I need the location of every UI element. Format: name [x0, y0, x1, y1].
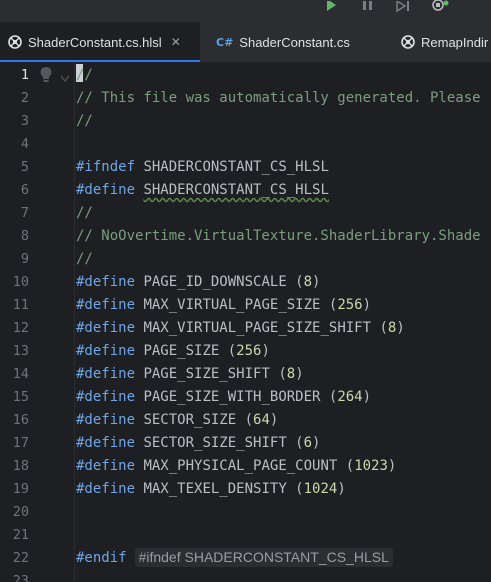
code-text: //: [76, 205, 93, 221]
line-number: 8: [20, 228, 29, 244]
code-text: #define SECTOR_SIZE (64): [76, 412, 279, 428]
line-number: 17: [12, 435, 29, 451]
code-text: #define SECTOR_SIZE_SHIFT (6): [76, 435, 321, 451]
code-line[interactable]: 14 #define PAGE_SIZE_SHIFT (8): [0, 363, 491, 386]
hlsl-file-icon: [8, 35, 22, 49]
tab-remapindir[interactable]: RemapIndir: [393, 22, 491, 62]
code-text: #define PAGE_SIZE_WITH_BORDER (264): [76, 389, 372, 405]
line-number: 20: [12, 504, 29, 520]
step-over-icon[interactable]: [394, 0, 412, 14]
csharp-file-icon: C#: [216, 35, 234, 49]
code-text: #define MAX_VIRTUAL_PAGE_SIZE (256): [76, 297, 372, 313]
code-text: #define MAX_PHYSICAL_PAGE_COUNT (1023): [76, 458, 397, 474]
line-number: 13: [12, 343, 29, 359]
line-number: 22: [12, 550, 29, 566]
line-number: 16: [12, 412, 29, 428]
code-text: #define PAGE_ID_DOWNSCALE (8): [76, 274, 321, 290]
run-icon[interactable]: [324, 0, 342, 14]
code-text: // This file was automatically generated…: [76, 90, 481, 106]
lightbulb-icon[interactable]: [39, 66, 53, 88]
tab-label: ShaderConstant.cs.hlsl: [28, 34, 162, 50]
line-number: 7: [20, 205, 29, 221]
code-line[interactable]: 8 // NoOvertime.VirtualTexture.ShaderLib…: [0, 225, 491, 248]
line-number: 6: [20, 182, 29, 198]
line-number: 2: [20, 90, 29, 106]
tab-label: RemapIndir: [421, 34, 489, 50]
code-text: #define MAX_VIRTUAL_PAGE_SIZE_SHIFT (8): [76, 320, 405, 336]
code-line[interactable]: 2 // This file was automatically generat…: [0, 87, 491, 110]
code-text: // NoOvertime.VirtualTexture.ShaderLibra…: [76, 228, 481, 244]
line-number: 23: [12, 573, 29, 582]
tab-label: ShaderConstant.cs: [239, 34, 350, 50]
code-line[interactable]: 16 #define SECTOR_SIZE (64): [0, 409, 491, 432]
code-text: //: [76, 113, 93, 129]
close-tab-icon[interactable]: ✕: [171, 35, 181, 49]
chevron-down-icon[interactable]: [60, 70, 70, 88]
code-line[interactable]: 6 #define SHADERCONSTANT_CS_HLSL: [0, 179, 491, 202]
code-line[interactable]: 19 #define MAX_TEXEL_DENSITY (1024): [0, 478, 491, 501]
endif-inlay-hint: #ifndef SHADERCONSTANT_CS_HLSL: [134, 548, 393, 567]
code-line[interactable]: 3 //: [0, 110, 491, 133]
line-number: 10: [12, 274, 29, 290]
line-number: 15: [12, 389, 29, 405]
tab-shaderconstant-cs-hlsl[interactable]: ShaderConstant.cs.hlsl ✕: [0, 22, 200, 62]
code-line[interactable]: 13 #define PAGE_SIZE (256): [0, 340, 491, 363]
line-number: 11: [12, 297, 29, 313]
line-number: 4: [20, 136, 29, 152]
code-line[interactable]: 10 #define PAGE_ID_DOWNSCALE (8): [0, 271, 491, 294]
run-toolbar: [0, 0, 491, 22]
code-text: #define SHADERCONSTANT_CS_HLSL: [76, 182, 329, 198]
code-line[interactable]: 21: [0, 524, 491, 547]
code-text: #define PAGE_SIZE_SHIFT (8): [76, 366, 304, 382]
line-number: 9: [20, 251, 29, 267]
code-text: //: [76, 64, 93, 87]
code-line[interactable]: 23: [0, 570, 491, 582]
code-line[interactable]: 11 #define MAX_VIRTUAL_PAGE_SIZE (256): [0, 294, 491, 317]
code-text: //: [76, 251, 93, 267]
editor-tab-bar: ShaderConstant.cs.hlsl ✕ C# ShaderConsta…: [0, 22, 491, 63]
code-editor[interactable]: 1 // 2 // This file was automatically ge…: [0, 63, 491, 582]
line-number: 19: [12, 481, 29, 497]
code-line[interactable]: 7 //: [0, 202, 491, 225]
typo-squiggle: SHADERCONSTANT_CS_HLSL: [143, 182, 329, 198]
tab-shaderconstant-cs[interactable]: C# ShaderConstant.cs: [208, 22, 384, 62]
line-number: 5: [20, 159, 29, 175]
code-line[interactable]: 9 //: [0, 248, 491, 271]
code-text: #endif #ifndef SHADERCONSTANT_CS_HLSL: [76, 547, 393, 570]
code-line[interactable]: 12 #define MAX_VIRTUAL_PAGE_SIZE_SHIFT (…: [0, 317, 491, 340]
line-number: 12: [12, 320, 29, 336]
line-number: 1: [20, 67, 29, 83]
line-number: 21: [12, 527, 29, 543]
code-line[interactable]: 20: [0, 501, 491, 524]
code-line[interactable]: 1 //: [0, 64, 491, 87]
line-number: 14: [12, 366, 29, 382]
line-number: 3: [20, 113, 29, 129]
code-line[interactable]: 5 #ifndef SHADERCONSTANT_CS_HLSL: [0, 156, 491, 179]
debug-icon[interactable]: [359, 0, 377, 14]
code-line[interactable]: 22 #endif #ifndef SHADERCONSTANT_CS_HLSL: [0, 547, 491, 570]
code-line[interactable]: 17 #define SECTOR_SIZE_SHIFT (6): [0, 432, 491, 455]
code-text: #define MAX_TEXEL_DENSITY (1024): [76, 481, 346, 497]
code-text: #ifndef SHADERCONSTANT_CS_HLSL: [76, 159, 329, 175]
hlsl-file-icon: [401, 35, 415, 49]
code-line[interactable]: 18 #define MAX_PHYSICAL_PAGE_COUNT (1023…: [0, 455, 491, 478]
code-line[interactable]: 4: [0, 133, 491, 156]
code-text: #define PAGE_SIZE (256): [76, 343, 270, 359]
profiler-icon[interactable]: [428, 0, 449, 14]
line-number: 18: [12, 458, 29, 474]
code-line[interactable]: 15 #define PAGE_SIZE_WITH_BORDER (264): [0, 386, 491, 409]
